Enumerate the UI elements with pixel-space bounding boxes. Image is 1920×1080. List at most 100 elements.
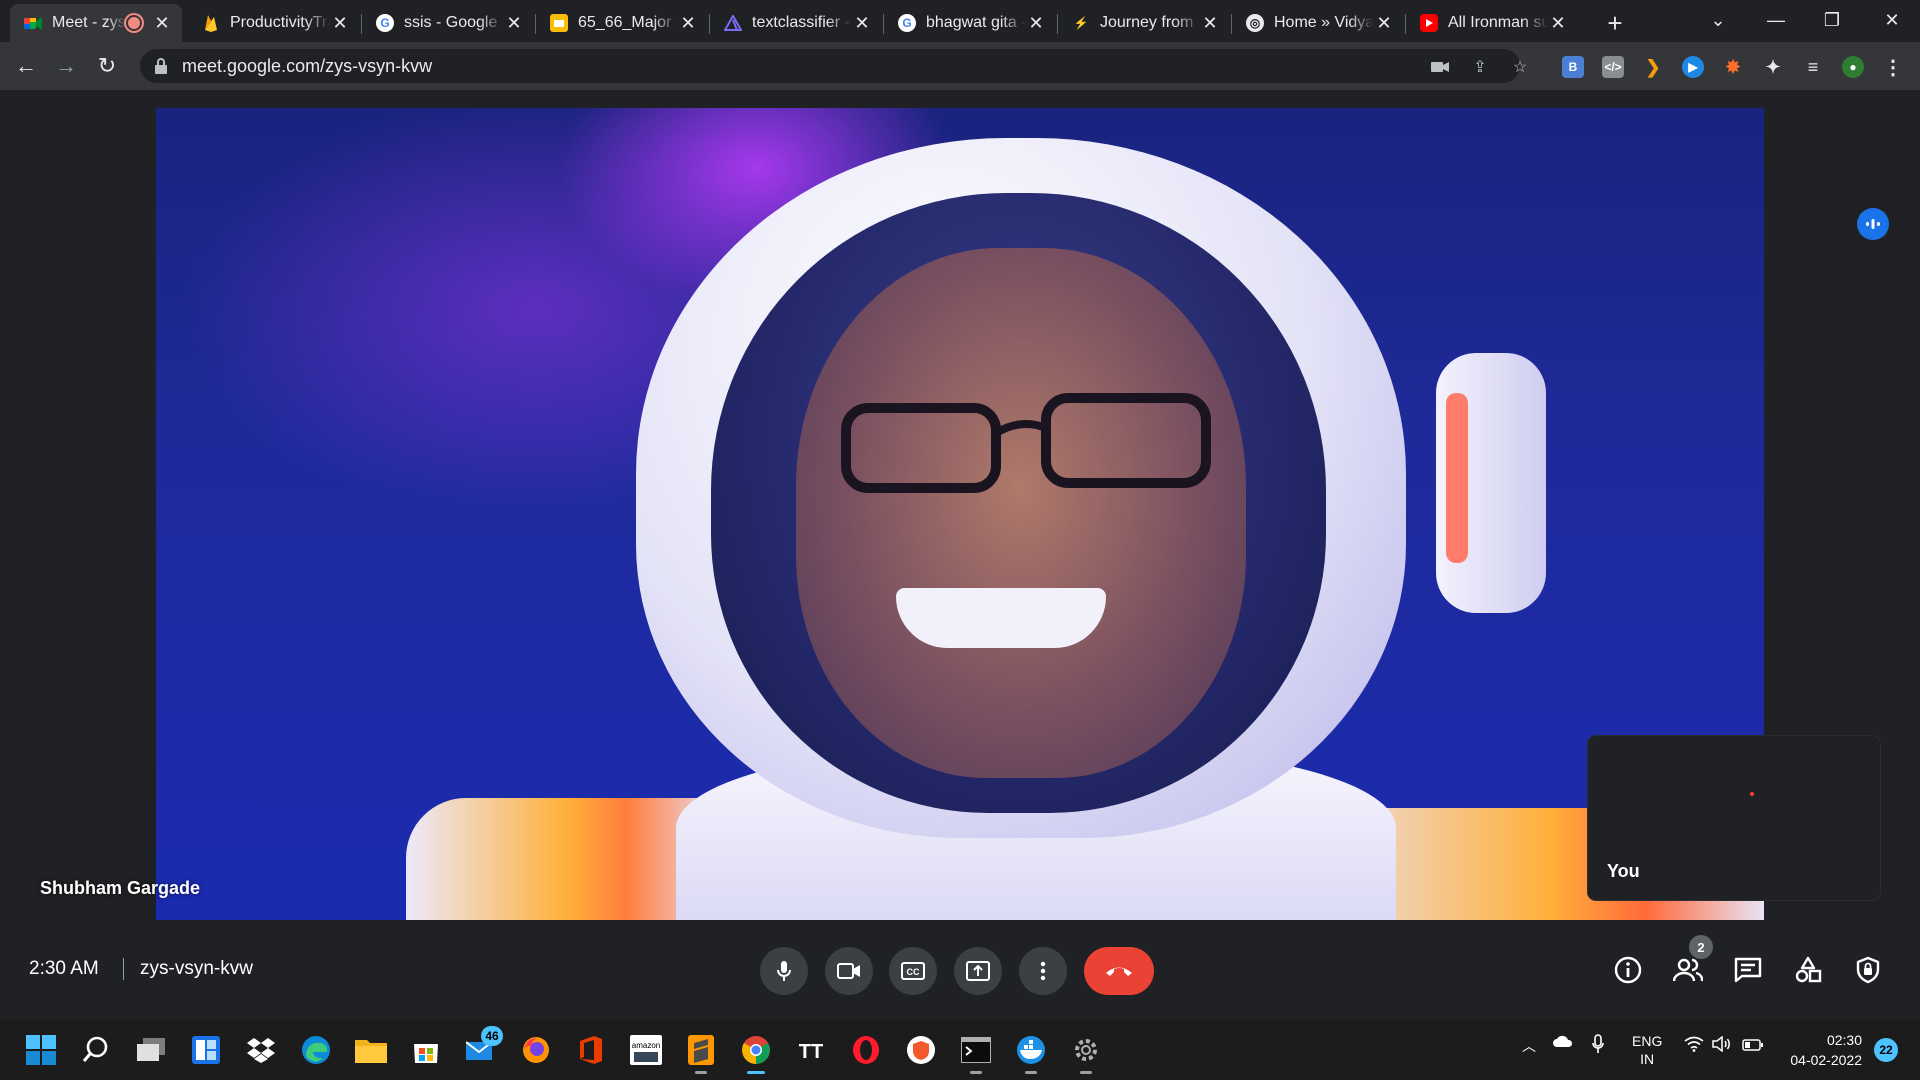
extension-translate-icon[interactable]: B <box>1562 56 1584 78</box>
mail-icon[interactable]: 46 <box>463 1026 503 1068</box>
microsoft-store-icon[interactable] <box>408 1032 444 1068</box>
close-tab-icon[interactable]: ✕ <box>152 13 172 34</box>
minimize-button[interactable]: — <box>1748 0 1804 40</box>
tab-meet[interactable]: Meet - zys-vsyn-kvw ✕ <box>10 4 182 42</box>
present-screen-button[interactable] <box>954 947 1002 995</box>
volume-icon[interactable] <box>1712 1035 1732 1055</box>
extension-code-icon[interactable]: </> <box>1602 56 1624 78</box>
more-options-button[interactable] <box>1019 947 1067 995</box>
system-clock[interactable]: 02:30 04-02-2022 <box>1780 1030 1862 1070</box>
tab-title: 65_66_Major Project <box>578 14 678 31</box>
office-icon[interactable] <box>573 1032 609 1068</box>
clock-time: 02:30 <box>1826 1032 1862 1048</box>
leave-call-button[interactable] <box>1084 947 1154 995</box>
extension-blue-circle-icon[interactable]: ▶ <box>1682 56 1704 78</box>
onedrive-cloud-icon[interactable] <box>1552 1034 1574 1051</box>
close-tab-icon[interactable]: ✕ <box>504 13 524 34</box>
close-tab-icon[interactable]: ✕ <box>1548 13 1568 34</box>
running-indicator <box>747 1071 765 1074</box>
activities-button[interactable] <box>1788 950 1828 990</box>
captions-button[interactable]: CC <box>889 947 937 995</box>
recording-indicator-icon <box>126 15 142 31</box>
microphone-in-use-icon[interactable] <box>1592 1034 1604 1057</box>
microsoft-edge-icon[interactable] <box>298 1032 334 1068</box>
microphone-icon <box>777 961 791 981</box>
close-window-button[interactable]: ✕ <box>1864 0 1920 40</box>
tab-bhagwat-gita[interactable]: G bhagwat gita - Google Search ✕ <box>884 4 1056 42</box>
helmet-earpiece <box>1436 353 1546 613</box>
present-screen-icon <box>966 961 990 981</box>
close-tab-icon[interactable]: ✕ <box>1374 13 1394 34</box>
wifi-icon[interactable] <box>1684 1036 1704 1055</box>
address-bar[interactable]: ⇪ ☆ <box>140 49 1527 83</box>
show-hidden-icons-chevron-icon[interactable]: ︿ <box>1522 1036 1536 1056</box>
close-tab-icon[interactable]: ✕ <box>852 13 872 34</box>
camera-button[interactable] <box>825 947 873 995</box>
typora-icon[interactable]: TT <box>793 1032 829 1068</box>
tab-ssis[interactable]: G ssis - Google Search ✕ <box>362 4 534 42</box>
media-control-icon[interactable]: ≡ <box>1802 56 1824 78</box>
self-view-dot <box>1750 792 1754 796</box>
mail-unread-badge: 46 <box>481 1026 503 1046</box>
battery-icon[interactable] <box>1742 1038 1764 1054</box>
close-tab-icon[interactable]: ✕ <box>1026 13 1046 34</box>
firefox-icon[interactable] <box>518 1032 554 1068</box>
input-language-indicator[interactable]: ENG IN <box>1632 1032 1662 1068</box>
camera-in-use-icon[interactable] <box>1430 57 1450 77</box>
extension-orange-icon[interactable]: ❯ <box>1642 56 1664 78</box>
tab-textclassifier[interactable]: textclassifier - Hugging Face ✕ <box>710 4 882 42</box>
shield-lock-icon <box>1856 956 1880 984</box>
docker-icon[interactable] <box>1013 1032 1049 1074</box>
tab-productivitytracker[interactable]: ProductivityTracker ✕ <box>188 4 360 42</box>
self-view-tile[interactable]: You <box>1588 736 1880 900</box>
url-field[interactable] <box>180 54 1084 78</box>
widgets-icon[interactable] <box>188 1032 224 1068</box>
host-controls-button[interactable] <box>1848 950 1888 990</box>
brave-shield-icon[interactable] <box>903 1032 939 1068</box>
svg-text:CC: CC <box>907 967 920 977</box>
settings-gear-icon[interactable] <box>1068 1032 1104 1074</box>
tab-title: Journey from zero <box>1100 14 1200 31</box>
amazon-icon[interactable]: amazon <box>628 1032 664 1068</box>
task-view-icon[interactable] <box>133 1032 169 1068</box>
close-tab-icon[interactable]: ✕ <box>330 13 350 34</box>
extensions-puzzle-icon[interactable]: ✦ <box>1762 56 1784 78</box>
google-chrome-icon[interactable] <box>738 1032 774 1074</box>
meet-control-bar: 2:30 AM zys-vsyn-kvw CC 2 <box>0 920 1920 1020</box>
reload-button[interactable]: ↻ <box>91 50 123 82</box>
extension-flame-icon[interactable]: ✸ <box>1722 56 1744 78</box>
windows-start-icon[interactable] <box>23 1032 59 1068</box>
share-icon[interactable]: ⇪ <box>1470 57 1490 77</box>
more-vert-icon <box>1040 961 1046 981</box>
tab-vidya[interactable]: ◎ Home » Vidya ✕ <box>1232 4 1404 42</box>
chat-button[interactable] <box>1728 950 1768 990</box>
file-explorer-icon[interactable] <box>353 1032 389 1068</box>
profile-avatar-icon[interactable]: ● <box>1842 56 1864 78</box>
browser-toolbar: ← → ↻ ⇪ ☆ B </> ❯ ▶ ✸ ✦ ≡ ● ⋮ <box>0 42 1920 90</box>
tab-title: bhagwat gita - Google Search <box>926 14 1026 31</box>
participant-count-badge: 2 <box>1689 935 1713 959</box>
forward-button[interactable]: → <box>50 50 82 82</box>
terminal-icon[interactable] <box>958 1032 994 1074</box>
tab-major-project[interactable]: 65_66_Major Project ✕ <box>536 4 708 42</box>
dropbox-icon[interactable] <box>243 1032 279 1068</box>
meeting-details-button[interactable] <box>1608 950 1648 990</box>
new-tab-button[interactable]: + <box>1598 6 1632 40</box>
close-tab-icon[interactable]: ✕ <box>678 13 698 34</box>
tab-journey[interactable]: ⚡ Journey from zero ✕ <box>1058 4 1230 42</box>
close-tab-icon[interactable]: ✕ <box>1200 13 1220 34</box>
tab-ironman[interactable]: All Ironman suits ✕ <box>1406 4 1578 42</box>
sublime-text-icon[interactable] <box>683 1032 719 1074</box>
browser-menu-icon[interactable]: ⋮ <box>1882 56 1904 79</box>
windows-taskbar: 46 amazon TT ︿ ENG IN 02:30 04-02-2022 2… <box>0 1020 1920 1080</box>
speaking-indicator-icon[interactable] <box>1857 208 1889 240</box>
back-button[interactable]: ← <box>10 50 42 82</box>
microphone-button[interactable] <box>760 947 808 995</box>
notification-count-badge[interactable]: 22 <box>1874 1038 1898 1062</box>
search-icon[interactable] <box>78 1032 114 1068</box>
bookmark-star-icon[interactable]: ☆ <box>1510 57 1530 77</box>
restore-button[interactable]: ❐ <box>1804 0 1860 40</box>
opera-icon[interactable] <box>848 1032 884 1068</box>
tab-search-button[interactable]: ⌄ <box>1690 0 1746 40</box>
google-icon: G <box>898 14 916 32</box>
